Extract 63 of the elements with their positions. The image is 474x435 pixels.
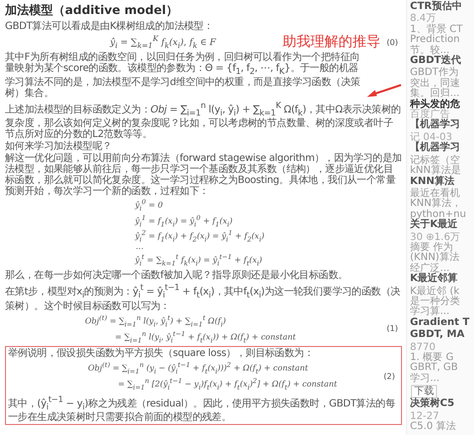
- paragraph: 在第t步，模型对x$_{i}$的预测为：ŷ$_{i}$$^{t}$ = ŷ$_{i}$$^{t−1}$ + f$_{t}$(x$_{i}$)，其中f$_{t}$(x$_{i}$)为这一轮我们要学习的函数（决策树）。这个时候目标函数可以写为：: [5, 282, 402, 312]
- article-meta: 记 04-03: [410, 132, 452, 143]
- paragraph: 举例说明，假设损失函数为平方损失（square loss），则目标函数为：: [8, 348, 314, 360]
- article-title: 加法模型（additive model）: [5, 2, 179, 19]
- article-snippet: GBRT, GB: [410, 363, 458, 374]
- related-article-title[interactable]: CTR预估中: [410, 2, 462, 12]
- formula: ŷ$_{i}$ = ∑$_{k=1}$$^{K}$ f$_{k}$(x$_{i}$), f$_{k}$ ∈ F: [110, 34, 216, 50]
- formula-line: = ∑$_{i=1}$$^{n}$ l(y$_{i}$, ŷ$_{i}$$^{t−1}$ + f$_{t}$(x$_{i}$)) + Ω(f$_{t}$) + constant: [115, 328, 296, 346]
- handwritten-note: 助我理解的推导: [282, 33, 381, 51]
- article-snippet: 学习算...: [410, 307, 450, 318]
- article-meta: 30 ⊕1.6万: [410, 232, 460, 243]
- article-snippet: 1. 概要 G: [410, 353, 454, 363]
- article-snippet: Prediction: [410, 35, 460, 46]
- formula-line: Obj$^{(t)}$ = ∑$_{i=1}$$^{n}$ (y$_{i}$ − (ŷ$_{i}$$^{t−1}$ + f$_{t}$(x$_{i}$)))$^{2}$ + Ω(f$_{t}$) + constant: [88, 360, 308, 376]
- download-tag[interactable]: 下载: [411, 385, 437, 398]
- related-article-title[interactable]: 决策树C5: [410, 399, 454, 410]
- formula-line: ŷ$_{i}$$^{1}$ = f$_{1}$(x$_{i}$) = ŷ$_{i}$$^{0}$ + f$_{1}$(x$_{i}$): [135, 214, 232, 229]
- related-article-title[interactable]: KNN算法: [410, 176, 454, 187]
- article-meta: 12-27: [410, 412, 440, 422]
- paragraph: 上述加法模型的目标函数定义为：Obj = ∑$_{i=1}$$^{n}$ l(y$_{i}$, ŷ$_{i}$) + ∑$_{k=1}$$^{K}$ Ω(f$_{k}$)，其中Ω表示决策树的复杂度，那么该如何定义树的复杂度呢？比如，可以考虑树的节点数量、树的深度或者叶子节点所对应的分数的L2范数等等。: [5, 100, 402, 140]
- formula-line: ŷ$_{i}$$^{0}$ = 0: [135, 198, 163, 214]
- arrow-icon: [366, 84, 402, 98]
- related-article-title[interactable]: 【机器学习: [410, 143, 460, 154]
- formula-line: = ∑$_{i=1}$$^{n}$ [2(ŷ$_{i}$$^{t−1}$ − y$_{i}$)f$_{t}$(x$_{i}$) + f$_{t}$(x$_{i}$)$^{2}$] + Ω(f$_{t}$) + constant: [118, 376, 338, 393]
- article-snippet: kNN算法是: [410, 166, 461, 176]
- article-snippet: K最近邻 (k: [410, 286, 460, 297]
- related-article-title[interactable]: K最近邻算: [410, 274, 458, 285]
- article-snippet: 集。回归...: [410, 89, 460, 100]
- article-snippet: 摘要 作为: [410, 242, 454, 253]
- related-article-title[interactable]: 关于K最近: [410, 220, 458, 231]
- paragraph: GBDT算法可以看成是由K棵树组成的加法模型：: [5, 21, 214, 32]
- paragraph: 如何来学习加法模型呢？: [5, 141, 113, 152]
- related-article-title[interactable]: GBDT, MA: [410, 330, 464, 341]
- related-article-title[interactable]: Gradient T: [410, 318, 470, 328]
- equation-number: (2): [384, 372, 395, 381]
- article-snippet: GBDT作为: [410, 68, 458, 78]
- formula-line: Obj$^{(t)}$ = ∑$_{i=1}$$^{n}$ l(y$_{i}$, ŷ$_{i}$$^{t}$) + ∑$_{i=1}$$^{t}$ Ω(f$_{i}$): [85, 312, 226, 329]
- article-snippet: 1、背景 CT: [410, 24, 463, 35]
- article-snippet: 经广泛...: [410, 264, 450, 274]
- equation-number: (0): [386, 38, 398, 46]
- paragraph: 其中，(ŷ$_{i}$$^{t−1}$ − y$_{i}$)称之为残差（residual）。因此，使用平方损失函数时，GBDT算法的每一步在生成决策树时只需要拟合前面的模型的残差。: [8, 394, 396, 423]
- section-heading: 种头发的危: [410, 100, 460, 110]
- article-meta: 8770: [410, 342, 436, 353]
- article-snippet: C5.0 算法: [410, 422, 456, 432]
- related-article-title[interactable]: 【机器学习: [410, 120, 460, 131]
- article-snippet: (KNN)算法: [410, 253, 460, 264]
- article-snippet: 突出，同速: [410, 78, 460, 89]
- article-snippet: 最近在看机: [410, 188, 460, 199]
- article-snippet: 节。较...: [410, 46, 450, 56]
- related-article-title[interactable]: GBDT迭代: [410, 56, 461, 66]
- article-snippet: 学习...: [410, 374, 440, 384]
- formula-line: ŷ$_{i}$$^{t}$ = ∑$_{k=1}$$^{t}$ f$_{k}$(x$_{i}$) = ŷ$_{i}$$^{t−1}$ + f$_{t}$(x$_{i}$): [135, 253, 262, 268]
- paragraph: 解这一优化问题，可以用前向分布算法（forward stagewise algorithm），因为学习的是加法模型，如果能够从前往后，每一步只学习一个基函数及其系数（结构），逐步逼近优化目标函数，那么就可以简化复杂度。这一学习过程称之为Boosting。具体地，我们从一个常量预测开始，每次学习一个新的函数，过程如下：: [5, 153, 402, 198]
- equation-number: (1): [386, 324, 398, 334]
- article-meta: 8.4万: [410, 14, 436, 24]
- paragraph: 那么，在每一步如何决定哪一个函数f被加入呢？指导原则还是最小化目标函数。: [5, 270, 349, 282]
- article-snippet: KNN算法，: [410, 199, 462, 210]
- article-snippet: python+nu: [410, 210, 466, 220]
- paragraph: 其中F为所有树组成的函数空间，以回归任务为例，回归树可以看作为一个把特征向量映射为某个score的函数。该模型的参数为：Θ = {f$_{1}$, f$_{2}$, ⋯, f$_{K}$}。于一般的机器学习算法不同的是，加法模型不是学习d维空间中的权重，而是直接学习函数（决策树）集合。: [5, 52, 362, 99]
- article-snippet: 记标签（空: [410, 156, 460, 166]
- formula-line: ⋯: [135, 244, 143, 254]
- formula-line: ŷ$_{i}$$^{2}$ = f$_{1}$(x$_{i}$) + f$_{2}$(x$_{i}$) = ŷ$_{i}$$^{1}$ + f$_{2}$(x$_{i}$): [135, 228, 264, 244]
- article-snippet: 是一种分类: [410, 296, 460, 307]
